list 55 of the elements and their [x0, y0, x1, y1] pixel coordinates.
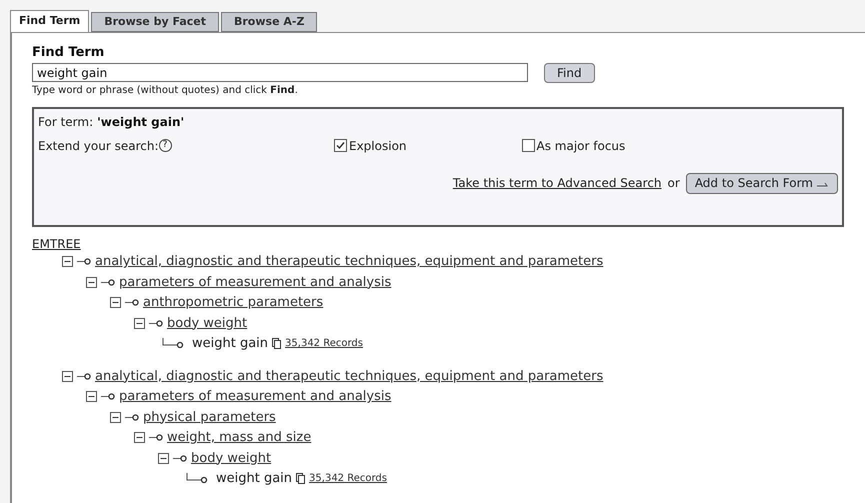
document-icon [296, 473, 306, 484]
tree-node-link[interactable]: physical parameters [143, 408, 276, 427]
tree-node-link[interactable]: body weight [167, 314, 248, 333]
tree-node-link[interactable]: anthropometric parameters [143, 293, 324, 312]
find-button[interactable]: Find [544, 62, 595, 82]
collapse-icon[interactable] [134, 318, 145, 329]
collapse-icon[interactable] [62, 370, 73, 382]
node-icon [101, 392, 115, 402]
tree-node-link[interactable]: analytical, diagnostic and therapeutic techniques, equipment and parameters [95, 252, 604, 272]
help-icon[interactable]: ? [158, 139, 172, 152]
term-label: weight gain [216, 470, 292, 488]
term-label: For term: [38, 114, 94, 130]
node-icon [125, 298, 139, 308]
tab[interactable]: Browse A-Z [221, 12, 318, 32]
tree-node-link[interactable]: parameters of measurement and analysis [119, 387, 392, 406]
tree-node-link[interactable]: body weight [191, 448, 272, 468]
node-icon [149, 433, 163, 442]
node-icon [125, 412, 139, 422]
branch-line-icon [186, 473, 208, 484]
add-to-search-form-button[interactable]: Add to Search Form [686, 172, 838, 194]
collapse-icon[interactable] [86, 391, 97, 402]
records-link[interactable]: 35,342 Records [285, 336, 363, 352]
collapse-icon[interactable] [158, 452, 169, 464]
node-icon [101, 278, 115, 287]
tree-node-link[interactable]: analytical, diagnostic and therapeutic techniques, equipment and parameters [95, 366, 604, 386]
node-icon [77, 372, 91, 381]
hint-text: Type word or phrase (without quotes) and click Find. [32, 84, 299, 98]
term-label: weight gain [192, 335, 268, 353]
search-field[interactable]: weight gain [32, 63, 528, 82]
term-value: 'weight gain' [97, 114, 184, 130]
collapse-icon[interactable] [62, 256, 73, 268]
node-icon [149, 318, 163, 328]
advanced-search-link[interactable]: Take this term to Advanced Search [452, 174, 662, 192]
tree-root-link[interactable]: EMTREE [32, 234, 865, 252]
checkbox[interactable] [334, 139, 347, 152]
or-text: or [668, 175, 680, 192]
checkbox-label: Explosion [349, 138, 407, 154]
branch-line-icon [162, 338, 184, 350]
records-link[interactable]: 35,342 Records [309, 471, 387, 486]
collapse-icon[interactable] [134, 432, 145, 444]
tree-node-link[interactable]: parameters of measurement and analysis [119, 272, 392, 292]
tree-node-link[interactable]: weight, mass and size [167, 428, 312, 448]
node-icon [173, 454, 187, 463]
extend-label: Extend your search: ? [38, 136, 228, 154]
collapse-icon[interactable] [86, 276, 97, 288]
checkbox-label: As major focus [536, 138, 626, 154]
collapse-icon[interactable] [110, 412, 121, 423]
tab[interactable]: Find Term [10, 10, 90, 32]
tab[interactable]: Browse by Facet [91, 12, 219, 32]
checkbox[interactable] [522, 139, 535, 152]
check-icon [336, 141, 345, 150]
node-icon [77, 257, 91, 266]
section-heading: Find Term [32, 44, 106, 62]
document-icon [272, 338, 282, 350]
collapse-icon[interactable] [110, 297, 121, 308]
